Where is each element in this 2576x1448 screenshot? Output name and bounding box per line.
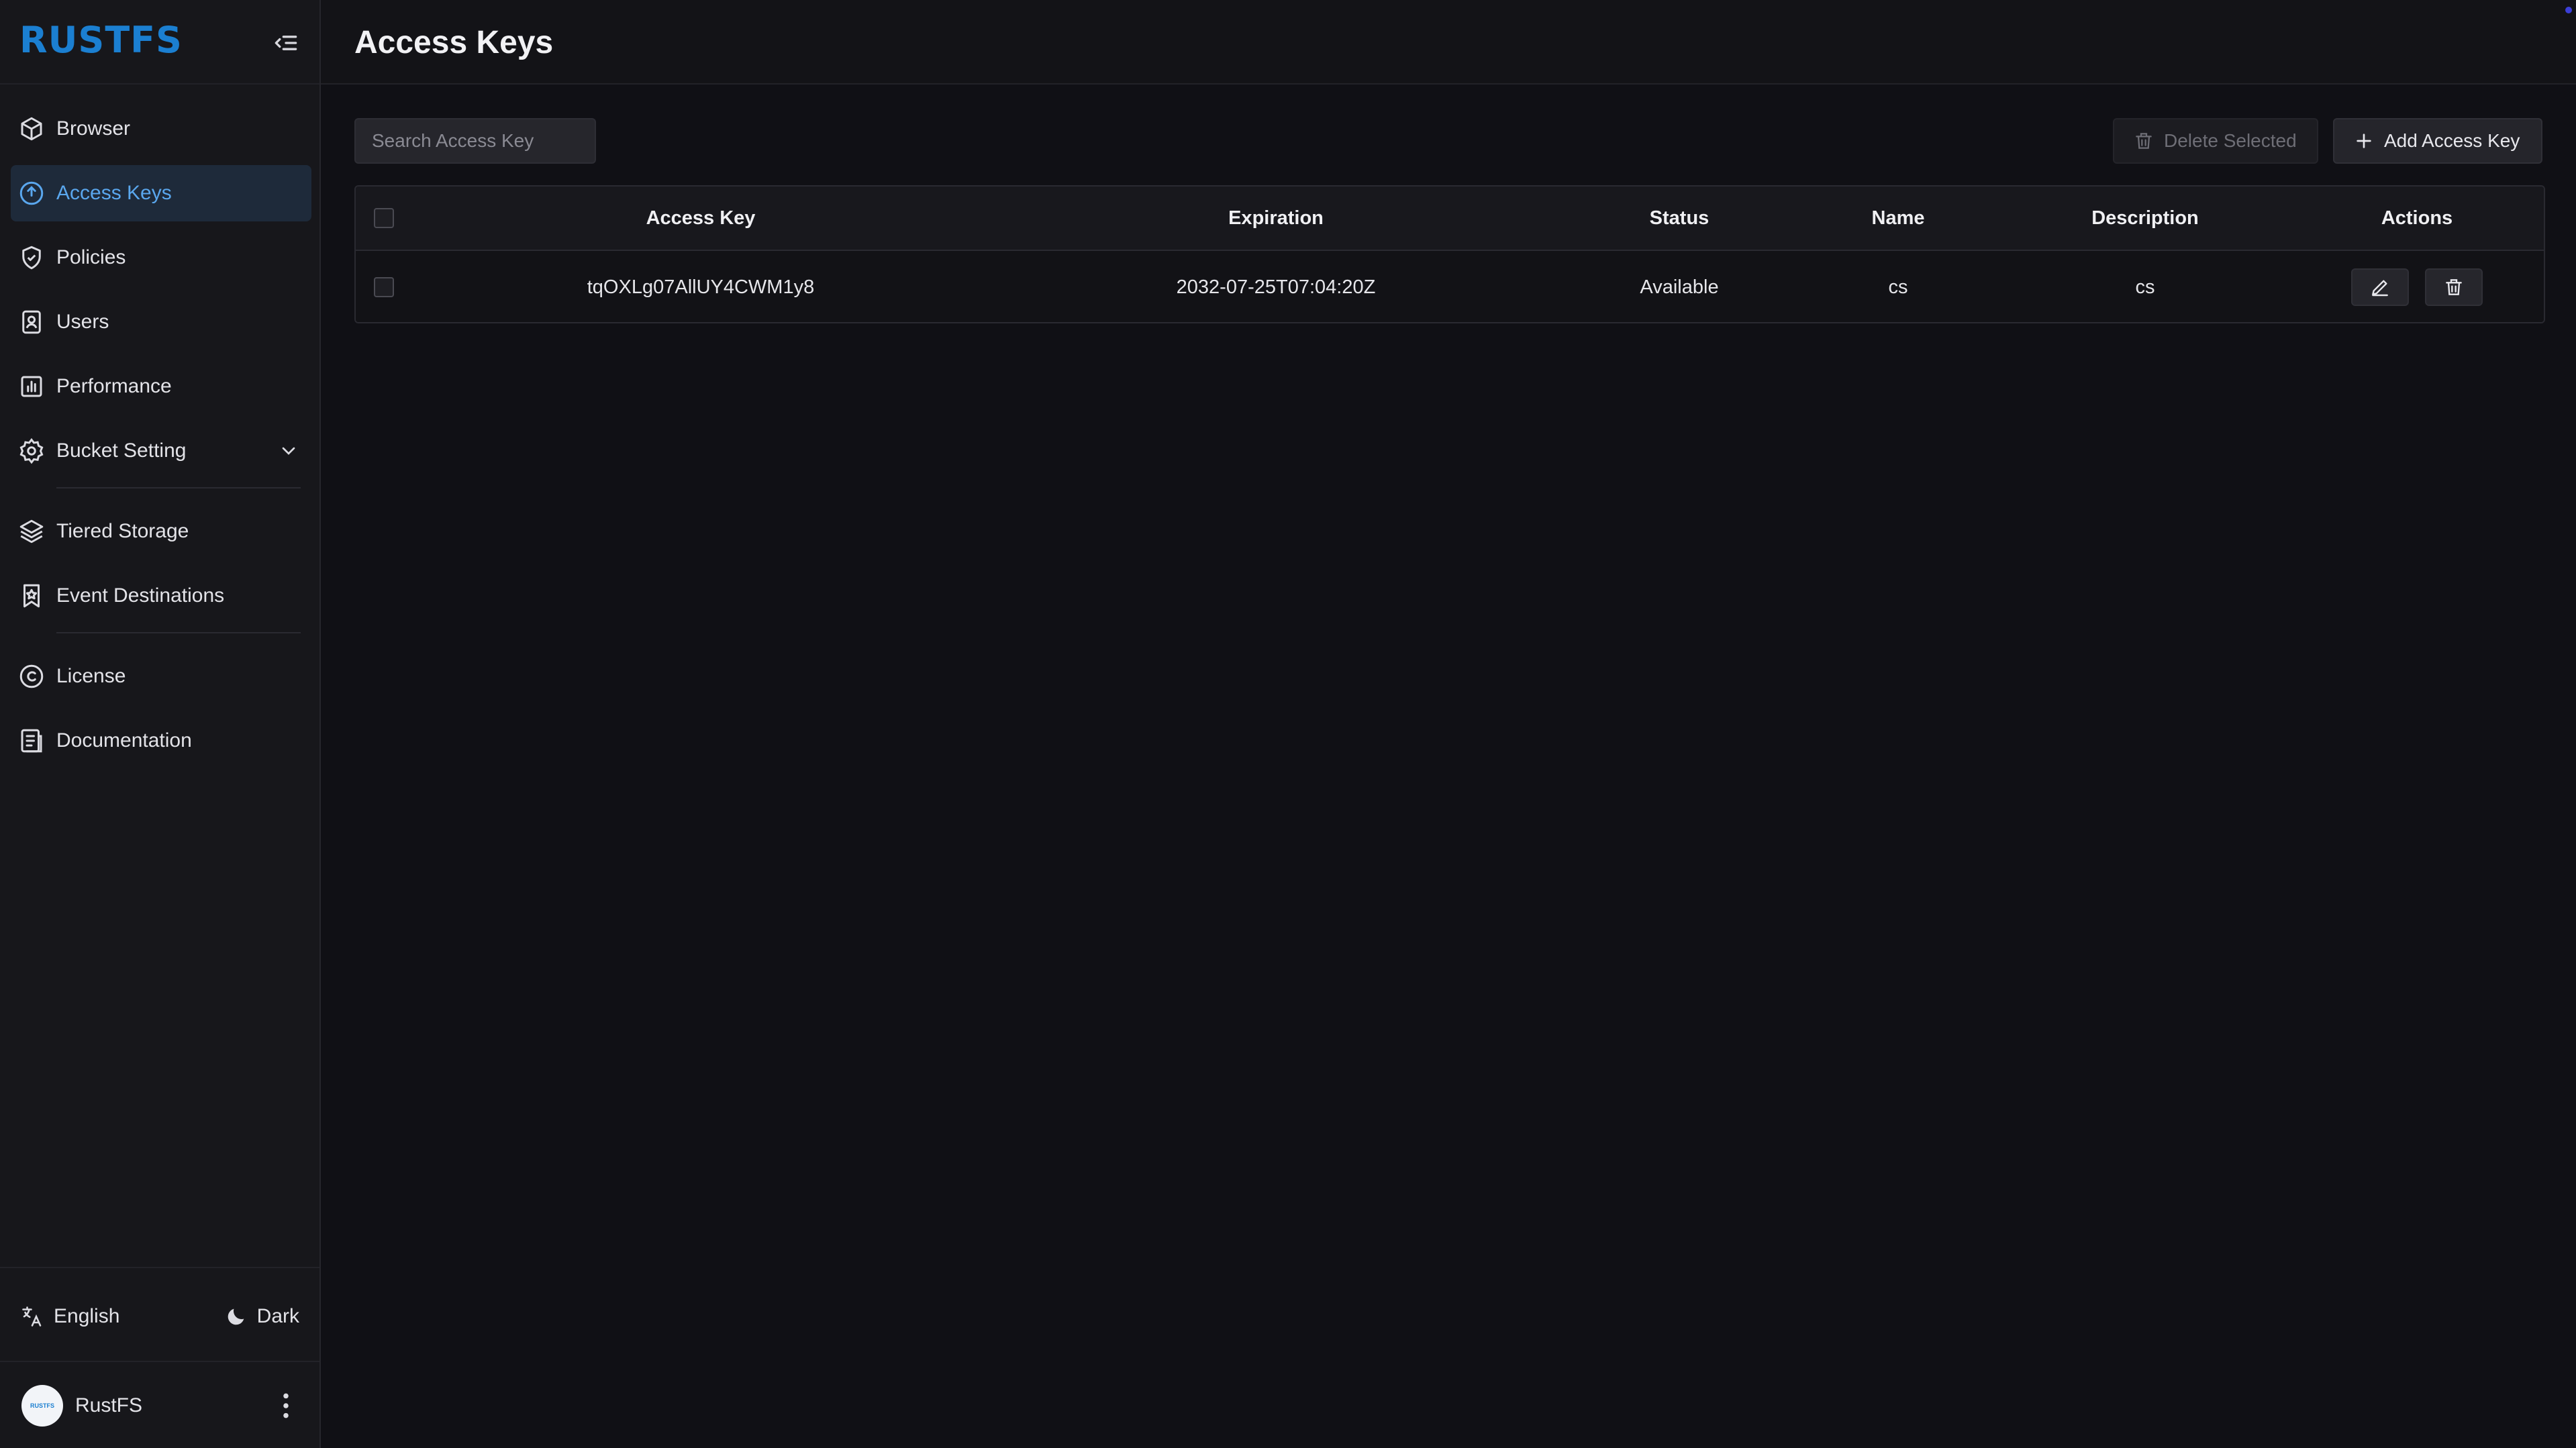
plus-icon [2357, 134, 2371, 148]
sidebar-item-tiered-storage[interactable]: Tiered Storage [11, 503, 311, 560]
sidebar-item-label: Performance [56, 375, 172, 397]
select-all-cell [356, 187, 412, 250]
document-icon [21, 729, 42, 753]
more-options-icon[interactable] [275, 1389, 297, 1423]
copyright-icon [19, 664, 44, 688]
column-header-name[interactable]: Name [1796, 187, 2000, 250]
sidebar-item-label: Access Keys [56, 182, 172, 204]
column-header-actions: Actions [2381, 207, 2453, 229]
topbar: Access Keys [321, 0, 2576, 85]
sidebar: RUSTFS Browser Access Keys Policies User… [0, 0, 321, 1448]
sidebar-item-documentation[interactable]: Documentation [11, 713, 311, 769]
access-keys-table: Access Key Expiration Status Name Descri… [354, 185, 2545, 323]
nav-divider [56, 632, 301, 633]
cell-expiration: 2032-07-25T07:04:20Z [1176, 276, 1376, 298]
bookmark-star-icon [23, 584, 40, 608]
page-title: Access Keys [354, 25, 554, 60]
row-select-cell [356, 251, 412, 322]
status-dot [2565, 7, 2572, 13]
sidebar-item-access-keys[interactable]: Access Keys [11, 165, 311, 221]
cube-icon [21, 117, 42, 141]
cell-name: cs [1888, 276, 1908, 298]
add-access-key-button[interactable]: Add Access Key [2333, 118, 2542, 164]
chevron-down-icon [282, 447, 295, 455]
layers-icon [19, 519, 44, 544]
shield-check-icon [22, 246, 41, 270]
app-window: RUSTFS Browser Access Keys Policies User… [0, 0, 2576, 1448]
trash-icon [2136, 133, 2152, 149]
column-header-access-key[interactable]: Access Key [412, 187, 989, 250]
sidebar-item-browser[interactable]: Browser [11, 101, 311, 157]
theme-toggle[interactable]: Dark [225, 1296, 299, 1337]
delete-selected-label: Delete Selected [2164, 130, 2297, 151]
sidebar-item-license[interactable]: License [11, 648, 311, 705]
sidebar-item-label: Documentation [56, 729, 192, 752]
table-header: Access Key Expiration Status Name Descri… [356, 187, 2544, 251]
select-all-checkbox[interactable] [374, 208, 394, 228]
column-header-expiration[interactable]: Expiration [989, 187, 1563, 250]
sidebar-item-label: Bucket Setting [56, 439, 187, 462]
sidebar-item-label: Policies [56, 246, 126, 268]
language-label: English [54, 1305, 120, 1327]
delete-button[interactable] [2425, 268, 2483, 306]
pencil-icon [2372, 280, 2388, 297]
user-badge-icon [22, 310, 41, 334]
sidebar-item-bucket-setting[interactable]: Bucket Setting [11, 423, 311, 479]
preferences-bar: English Dark [0, 1267, 319, 1362]
sidebar-item-event-destinations[interactable]: Event Destinations [11, 568, 311, 624]
gear-icon [19, 437, 44, 464]
brand-logo: RUSTFS [19, 19, 183, 61]
sidebar-item-label: Browser [56, 117, 131, 140]
cell-access-key: tqOXLg07AllUY4CWM1y8 [587, 276, 815, 298]
column-header-status[interactable]: Status [1563, 187, 1796, 250]
sidebar-item-label: Event Destinations [56, 584, 225, 607]
brand-row: RUSTFS [0, 0, 319, 85]
bar-chart-icon [21, 376, 42, 397]
column-header-description[interactable]: Description [2000, 187, 2290, 250]
user-name: RustFS [75, 1394, 143, 1416]
collapse-sidebar-button[interactable] [271, 28, 301, 58]
sidebar-nav: Browser Access Keys Policies Users Perfo… [11, 101, 311, 777]
key-circle-icon [19, 181, 44, 205]
sidebar-item-label: Tiered Storage [56, 520, 189, 542]
sidebar-item-label: License [56, 665, 126, 687]
moon-icon [228, 1308, 244, 1325]
search-input[interactable] [354, 118, 596, 164]
delete-selected-button[interactable]: Delete Selected [2113, 118, 2318, 164]
avatar: RUSTFS [21, 1385, 63, 1427]
sidebar-item-users[interactable]: Users [11, 294, 311, 350]
edit-button[interactable] [2351, 268, 2409, 306]
row-checkbox[interactable] [374, 277, 394, 297]
user-profile[interactable]: RUSTFS RustFS [0, 1362, 319, 1448]
sidebar-item-policies[interactable]: Policies [11, 229, 311, 286]
sidebar-item-label: Users [56, 311, 109, 333]
nav-divider [56, 487, 301, 488]
main-content: Access Keys Delete Selected Add Access K… [321, 0, 2576, 1448]
trash-icon [2446, 279, 2462, 295]
add-access-key-label: Add Access Key [2384, 130, 2520, 151]
translate-icon [22, 1306, 42, 1327]
cell-description: cs [2135, 276, 2155, 298]
cell-actions [2290, 251, 2544, 322]
cell-status: Available [1640, 276, 1719, 298]
sidebar-item-performance[interactable]: Performance [11, 358, 311, 415]
collapse-menu-icon [275, 36, 297, 50]
theme-label: Dark [256, 1305, 299, 1327]
language-switcher[interactable]: English [20, 1296, 119, 1337]
table-row: tqOXLg07AllUY4CWM1y8 2032-07-25T07:04:20… [356, 251, 2544, 322]
